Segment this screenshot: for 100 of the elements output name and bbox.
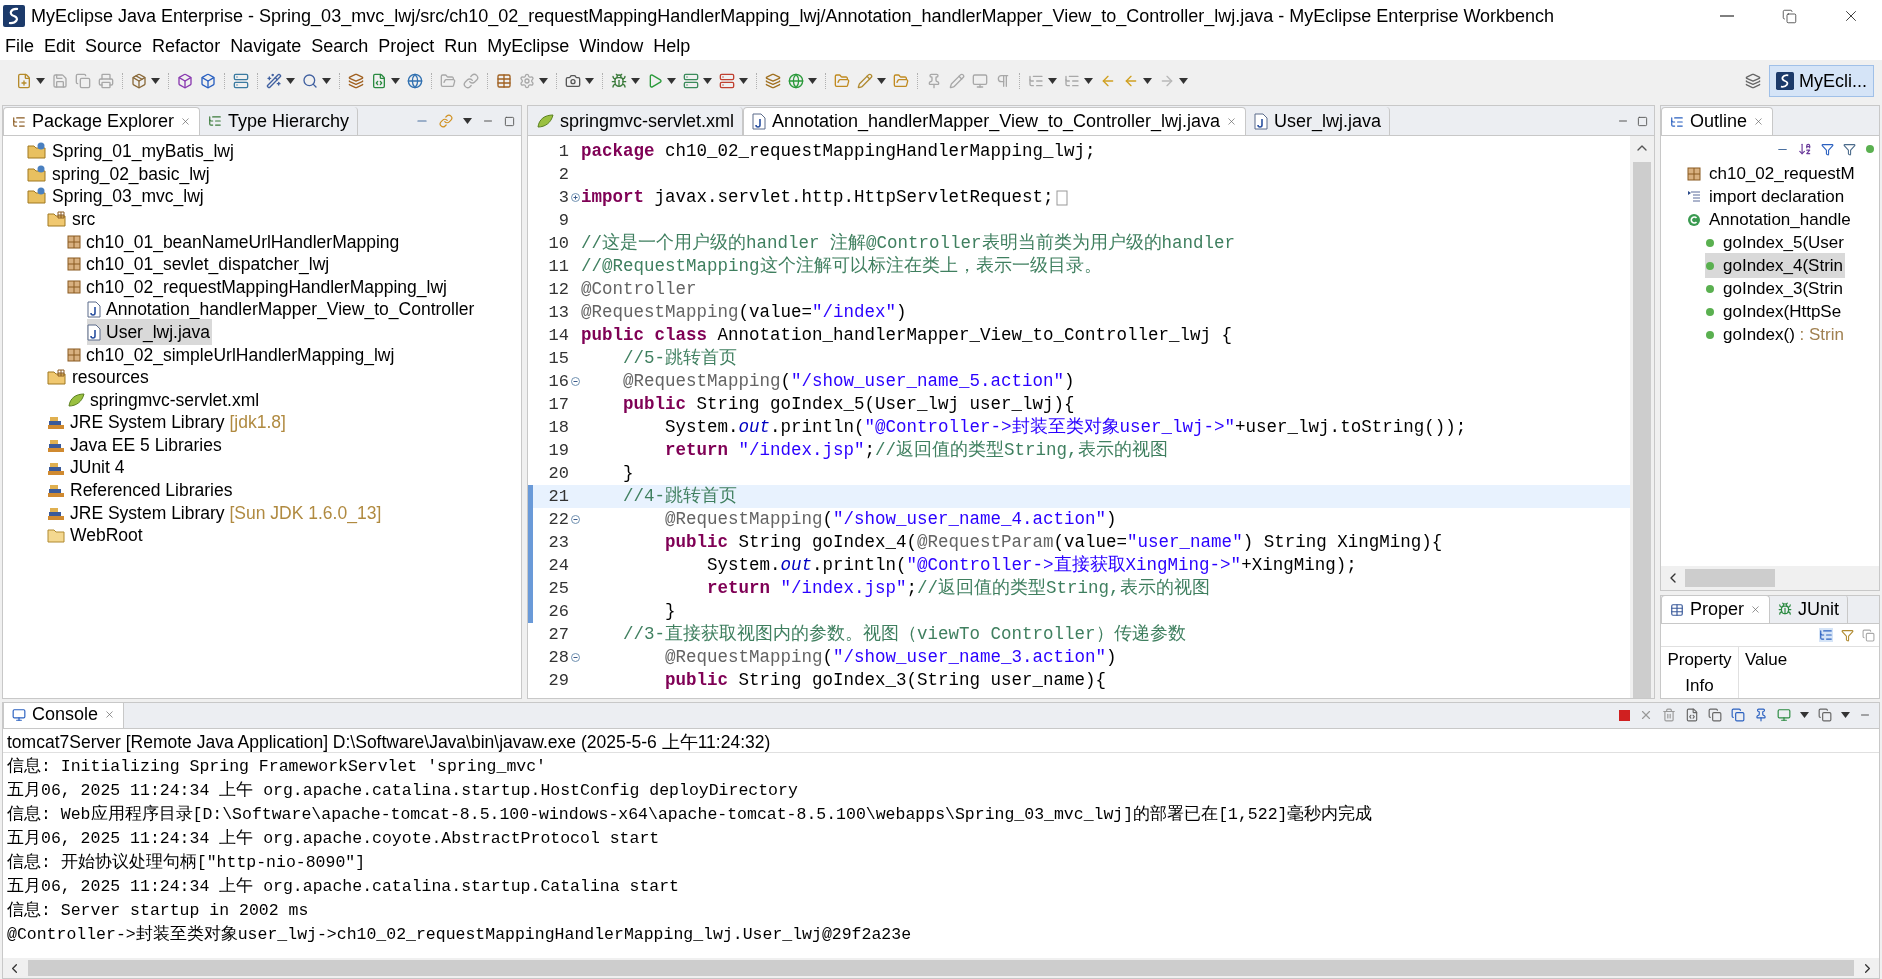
caret-icon[interactable] bbox=[151, 78, 160, 84]
save-icon[interactable] bbox=[52, 73, 68, 89]
scrollbar-thumb[interactable] bbox=[1633, 162, 1651, 698]
expand-icon[interactable] bbox=[570, 193, 580, 202]
caret-icon[interactable] bbox=[1179, 78, 1188, 84]
folder-open-icon[interactable] bbox=[834, 73, 850, 89]
caret-icon[interactable] bbox=[1048, 78, 1057, 84]
caret-icon[interactable] bbox=[631, 78, 640, 84]
sort-icon[interactable] bbox=[1798, 142, 1812, 156]
view-tab[interactable]: Outline bbox=[1661, 107, 1774, 135]
remove-all-icon[interactable] bbox=[1662, 708, 1676, 722]
menu-item[interactable]: Help bbox=[648, 32, 696, 60]
new-console-icon[interactable] bbox=[1818, 708, 1832, 722]
maximize-icon[interactable] bbox=[1637, 115, 1648, 127]
display-icon[interactable] bbox=[1777, 708, 1791, 722]
tree-item[interactable]: User_lwj.java bbox=[87, 318, 213, 346]
close-icon[interactable] bbox=[180, 116, 192, 127]
maximize-icon[interactable] bbox=[504, 115, 515, 127]
pilcrow-icon[interactable] bbox=[995, 73, 1011, 89]
scrollbar-thumb[interactable] bbox=[1685, 569, 1775, 587]
caret-icon[interactable] bbox=[585, 78, 594, 84]
dot-icon[interactable] bbox=[1865, 144, 1875, 154]
caret-icon[interactable] bbox=[322, 78, 331, 84]
close-icon[interactable] bbox=[1226, 116, 1237, 127]
caret-icon[interactable] bbox=[1143, 78, 1152, 84]
horizontal-scrollbar[interactable] bbox=[3, 958, 1879, 978]
clear-console-icon[interactable] bbox=[1685, 708, 1699, 722]
word-wrap-icon[interactable] bbox=[1731, 708, 1745, 722]
caret-icon[interactable] bbox=[1841, 712, 1850, 718]
folder-open-icon[interactable] bbox=[440, 73, 456, 89]
filter-icon[interactable] bbox=[1821, 142, 1834, 156]
caret-icon[interactable] bbox=[463, 118, 472, 124]
caret-icon[interactable] bbox=[539, 78, 548, 84]
pin-icon[interactable] bbox=[926, 73, 942, 89]
arrow-left-icon[interactable] bbox=[1100, 73, 1116, 89]
perspective-button[interactable]: MyEcli... bbox=[1769, 65, 1874, 97]
close-icon[interactable] bbox=[1753, 116, 1765, 127]
link-icon[interactable] bbox=[439, 114, 453, 128]
package-icon[interactable] bbox=[131, 73, 147, 89]
caret-icon[interactable] bbox=[286, 78, 295, 84]
file-code-icon[interactable] bbox=[371, 73, 387, 89]
copy-icon[interactable] bbox=[75, 73, 91, 89]
monitor-icon[interactable] bbox=[972, 73, 988, 89]
caret-icon[interactable] bbox=[1800, 712, 1809, 718]
menu-item[interactable]: Project bbox=[373, 32, 440, 60]
caret-icon[interactable] bbox=[36, 78, 45, 84]
table-icon[interactable] bbox=[496, 73, 512, 89]
collapse-icon[interactable] bbox=[570, 653, 580, 662]
scrollbar-thumb[interactable] bbox=[28, 960, 1854, 976]
stop-icon[interactable] bbox=[1619, 709, 1630, 721]
filter-icon[interactable] bbox=[1843, 142, 1856, 156]
menu-item[interactable]: File bbox=[0, 32, 39, 60]
server-icon[interactable] bbox=[233, 73, 249, 89]
filter-icon[interactable] bbox=[1841, 628, 1854, 642]
box-icon[interactable] bbox=[200, 73, 216, 89]
caret-icon[interactable] bbox=[808, 78, 817, 84]
collapse-icon[interactable] bbox=[570, 515, 580, 524]
layers-icon[interactable] bbox=[765, 73, 781, 89]
close-icon[interactable] bbox=[1750, 604, 1762, 615]
folder-open-icon[interactable] bbox=[893, 73, 909, 89]
caret-icon[interactable] bbox=[703, 78, 712, 84]
menu-item[interactable]: Navigate bbox=[225, 32, 307, 60]
close-icon[interactable] bbox=[104, 709, 116, 720]
vertical-scrollbar[interactable] bbox=[1630, 136, 1654, 698]
printer-icon[interactable] bbox=[98, 73, 114, 89]
pencil-icon[interactable] bbox=[949, 73, 965, 89]
collapse-icon[interactable] bbox=[570, 377, 580, 386]
view-tab[interactable]: Package Explorer bbox=[3, 107, 201, 135]
link-icon[interactable] bbox=[463, 73, 479, 89]
bug-icon[interactable] bbox=[611, 73, 627, 89]
scroll-lock-icon[interactable] bbox=[1708, 708, 1722, 722]
menu-item[interactable]: Edit bbox=[39, 32, 81, 60]
search-icon[interactable] bbox=[302, 73, 318, 89]
box-icon[interactable] bbox=[177, 73, 193, 89]
pin-icon[interactable] bbox=[1754, 708, 1768, 722]
layers-icon[interactable] bbox=[348, 73, 364, 89]
server-icon[interactable] bbox=[719, 73, 735, 89]
menu-item[interactable]: MyEclipse bbox=[482, 32, 575, 60]
view-tab[interactable]: Proper bbox=[1661, 596, 1771, 623]
menu-item[interactable]: Run bbox=[439, 32, 483, 60]
open-perspective-icon[interactable] bbox=[1745, 73, 1761, 89]
globe-icon[interactable] bbox=[407, 73, 423, 89]
menu-item[interactable]: Refactor bbox=[147, 32, 226, 60]
tree-icon[interactable] bbox=[1819, 628, 1833, 642]
camera-icon[interactable] bbox=[565, 73, 581, 89]
copy-icon[interactable] bbox=[1862, 628, 1875, 642]
caret-icon[interactable] bbox=[667, 78, 676, 84]
server-icon[interactable] bbox=[683, 73, 699, 89]
caret-icon[interactable] bbox=[391, 78, 400, 84]
caret-icon[interactable] bbox=[739, 78, 748, 84]
view-tab[interactable]: Console bbox=[3, 703, 125, 728]
menu-item[interactable]: Source bbox=[80, 32, 148, 60]
caret-icon[interactable] bbox=[877, 78, 886, 84]
menu-item[interactable]: Search bbox=[306, 32, 374, 60]
wand-icon[interactable] bbox=[266, 73, 282, 89]
outline-item[interactable]: goIndex_4(Strin bbox=[1705, 252, 1846, 279]
menu-item[interactable]: Window bbox=[574, 32, 649, 60]
horizontal-scrollbar[interactable] bbox=[1661, 566, 1879, 590]
view-tab[interactable]: Annotation_handlerMapper_View_to_Controller_lwj.java bbox=[743, 107, 1246, 135]
caret-icon[interactable] bbox=[1084, 78, 1093, 84]
